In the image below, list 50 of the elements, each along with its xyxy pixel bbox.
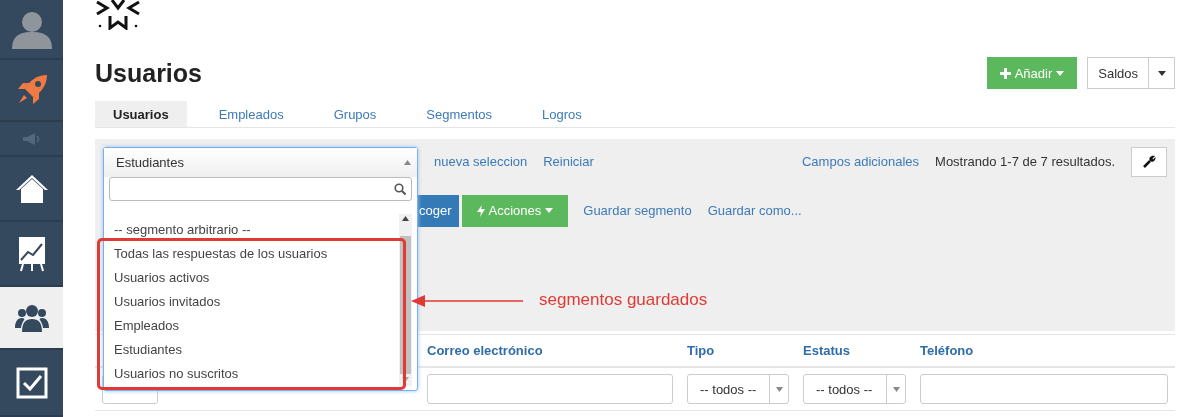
segment-select[interactable]: Estudiantes — [104, 148, 417, 177]
extra-fields-link[interactable]: Campos adicionales — [802, 154, 920, 169]
wrench-icon — [1142, 155, 1156, 168]
dropdown-option[interactable]: Usuarios invitados — [104, 290, 399, 314]
caret-icon — [545, 208, 554, 213]
tab[interactable]: Usuarios — [95, 101, 187, 127]
users-icon[interactable] — [14, 303, 49, 332]
column-header[interactable]: Teléfono — [920, 343, 974, 358]
save-as-link[interactable]: Guardar como... — [707, 203, 802, 218]
home-icon[interactable] — [14, 172, 49, 205]
filter-input[interactable] — [920, 374, 1168, 404]
settings-button[interactable] — [1131, 146, 1167, 177]
annotation-label: segmentos guardados — [539, 290, 708, 310]
dropdown-option[interactable]: -- segmento arbitrario -- — [104, 218, 399, 242]
dropdown-option[interactable]: Usuarios no suscritos — [104, 362, 399, 386]
results-count: Mostrando 1-7 de 7 resultados. — [935, 154, 1115, 169]
caret-icon — [1056, 70, 1065, 76]
tab[interactable]: Logros — [524, 101, 600, 127]
filter-input[interactable] — [427, 374, 673, 404]
save-segment-link[interactable]: Guardar segmento — [583, 203, 692, 218]
page-title: Usuarios — [95, 58, 202, 88]
lightning-icon — [476, 204, 485, 217]
search-field[interactable] — [109, 177, 412, 201]
column-header[interactable]: Tipo — [687, 343, 715, 358]
tab[interactable]: Segmentos — [408, 101, 511, 127]
plus-icon — [999, 67, 1011, 79]
column-header[interactable]: Correo electrónico — [427, 343, 543, 358]
dropdown-option[interactable]: Empleados — [104, 314, 399, 338]
caret-up-icon — [404, 160, 411, 165]
caret-icon — [1157, 70, 1166, 76]
dropdown-option[interactable]: Usuarios activos — [104, 266, 399, 290]
column-header[interactable]: Estatus — [803, 343, 850, 358]
tab[interactable]: Empleados — [200, 101, 302, 127]
dropdown-option[interactable]: Todas las respuestas de los usuarios — [104, 242, 399, 266]
avatar-icon — [10, 9, 53, 49]
balances-button[interactable]: Saldos — [1087, 57, 1149, 89]
logo-icon — [95, 0, 141, 30]
sidebar-item[interactable] — [0, 287, 63, 350]
caret-icon — [775, 386, 783, 392]
caret-icon — [892, 386, 900, 392]
reset-link[interactable]: Reiniciar — [543, 154, 594, 169]
new-selection-link[interactable]: nueva seleccion — [434, 154, 528, 169]
filter-select[interactable]: -- todos -- — [687, 374, 789, 404]
checkbox-icon[interactable] — [15, 366, 48, 399]
chart-board-icon[interactable] — [17, 235, 46, 272]
dropdown-option[interactable]: Estudiantes — [104, 338, 399, 362]
filter-select[interactable]: -- todos -- — [803, 374, 906, 404]
tab[interactable]: Grupos — [315, 101, 395, 127]
dropdown-toggle[interactable] — [1149, 57, 1175, 89]
search-icon — [394, 183, 406, 195]
